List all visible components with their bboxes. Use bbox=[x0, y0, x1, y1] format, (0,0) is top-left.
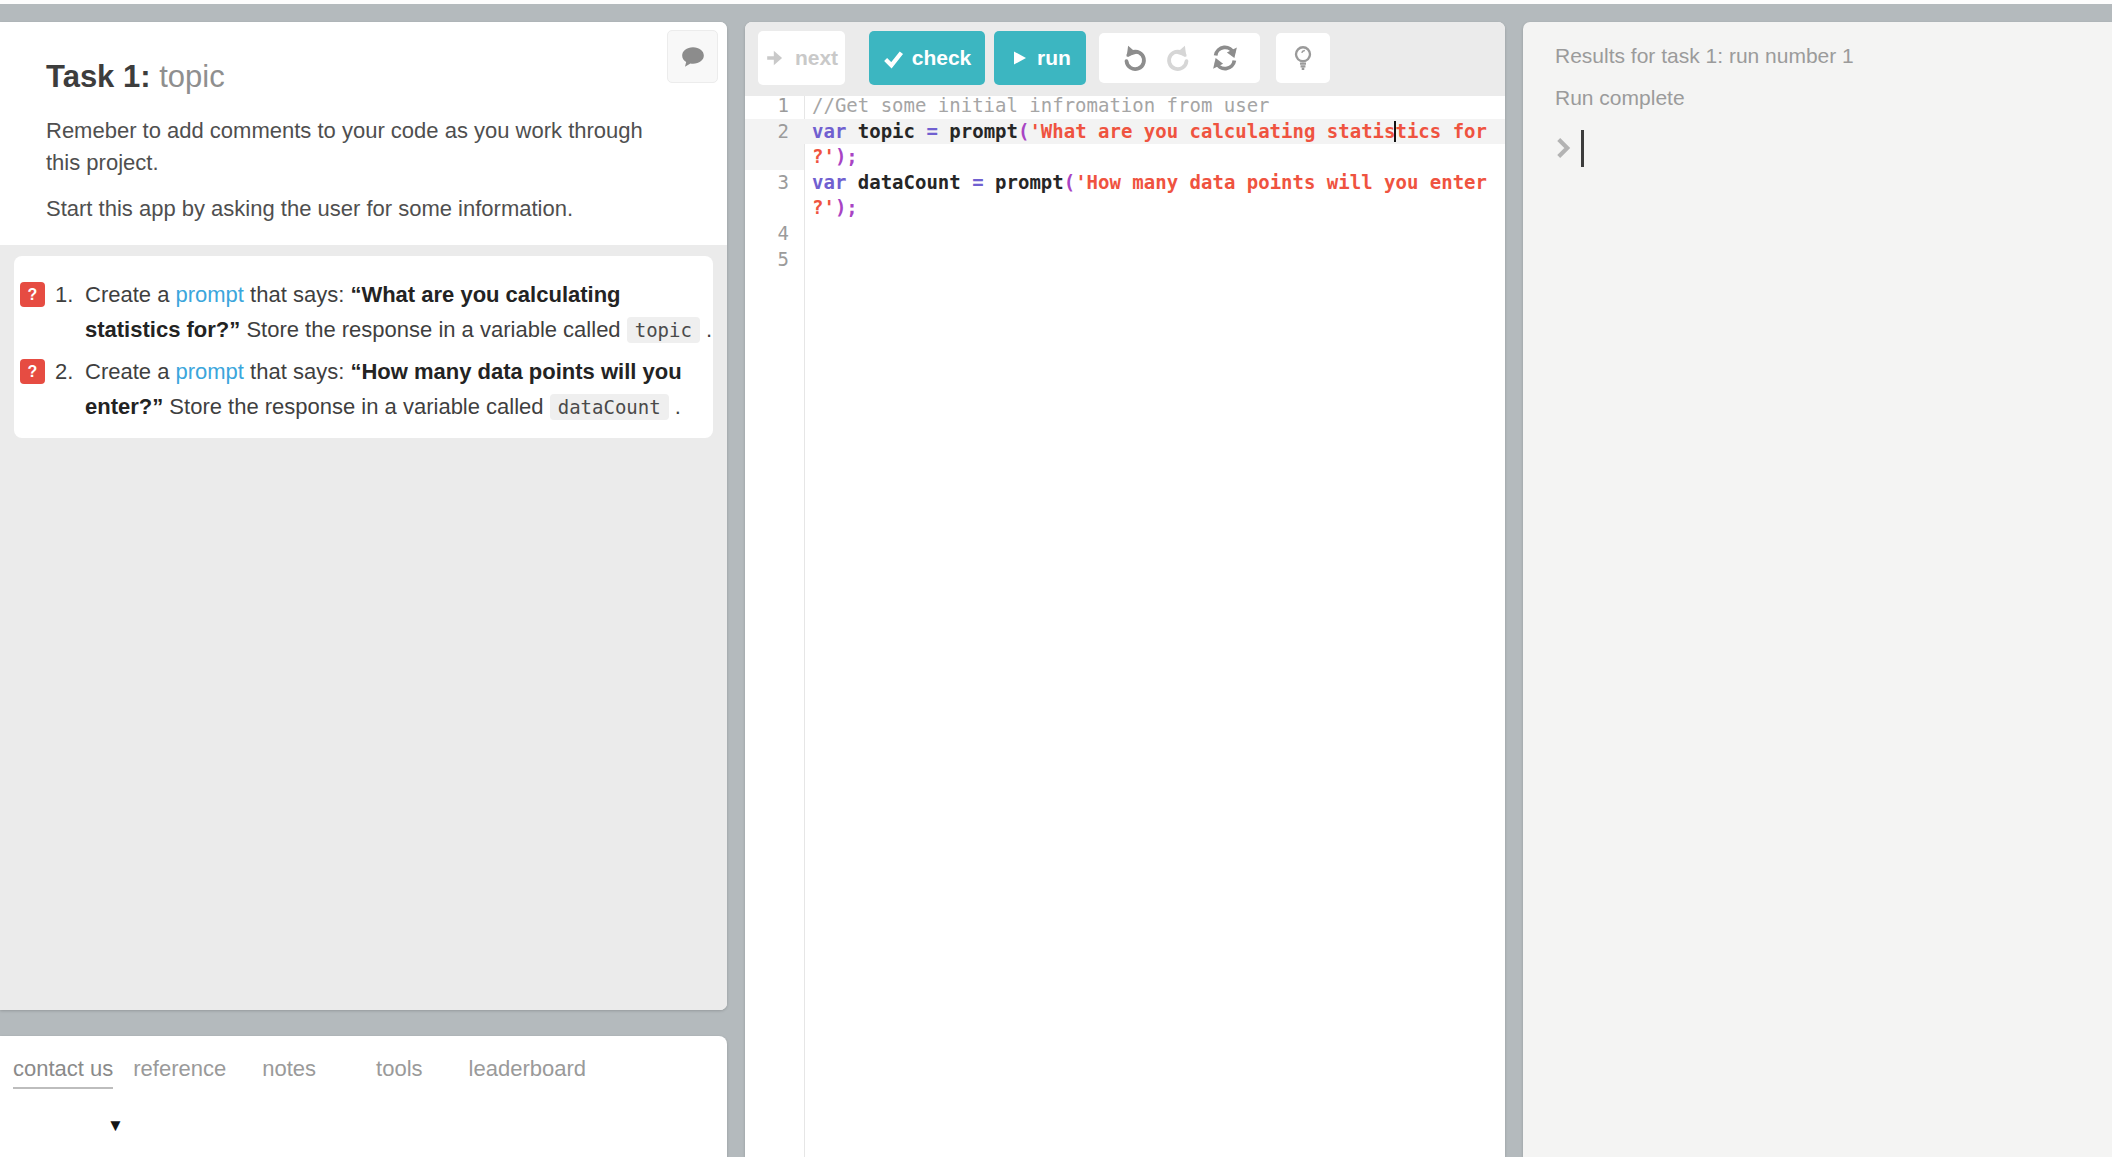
arrow-right-icon bbox=[765, 47, 787, 69]
task-text-segment: “How many data points will you bbox=[350, 359, 681, 384]
lightbulb-icon bbox=[1289, 44, 1317, 72]
task-text-segment: that says: bbox=[244, 282, 350, 307]
task-text-segment: Store the response in a variable called bbox=[240, 317, 626, 342]
footer-tab-reference[interactable]: reference bbox=[133, 1056, 226, 1089]
line-number bbox=[745, 144, 804, 170]
task-number: 2. bbox=[55, 354, 85, 425]
task-number: 1. bbox=[55, 277, 85, 348]
code-editor[interactable]: 1//Get some initial infromation from use… bbox=[745, 96, 1505, 1157]
dropdown-arrow[interactable]: ▼ bbox=[107, 1116, 124, 1136]
code-line-row[interactable]: 3var dataCount = prompt('How many data p… bbox=[745, 170, 1505, 196]
line-number: 2 bbox=[745, 119, 804, 145]
code-line-row[interactable]: ?'); bbox=[745, 144, 1505, 170]
task-text-segment: enter?” bbox=[85, 394, 163, 419]
console-chevron-icon bbox=[1555, 137, 1571, 159]
task-title-light: topic bbox=[151, 59, 225, 94]
line-number: 4 bbox=[745, 221, 804, 247]
task-text-segment: . bbox=[700, 317, 712, 342]
code-line-content: ?'); bbox=[804, 195, 1505, 221]
task-text-segment: statistics for?” bbox=[85, 317, 240, 342]
code-line-row[interactable]: 5 bbox=[745, 247, 1505, 273]
task-text-segment: Store the response in a variable called bbox=[163, 394, 549, 419]
results-panel: Results for task 1: run number 1 Run com… bbox=[1523, 22, 2112, 1157]
code-line-row[interactable]: ?'); bbox=[745, 195, 1505, 221]
task-text-segment: . bbox=[669, 394, 681, 419]
play-icon bbox=[1009, 48, 1029, 68]
run-status: Run complete bbox=[1555, 86, 2112, 110]
code-line-content: var dataCount = prompt('How many data po… bbox=[804, 170, 1505, 196]
task-text-segment: Create a bbox=[85, 282, 176, 307]
refresh-icon[interactable] bbox=[1210, 43, 1240, 73]
task-checklist-card: ? 1.Create a prompt that says: “What are … bbox=[14, 256, 713, 438]
undo-icon[interactable] bbox=[1119, 43, 1149, 73]
line-number bbox=[745, 195, 804, 221]
footer-tab-leaderboard[interactable]: leaderboard bbox=[469, 1056, 586, 1089]
question-badge[interactable]: ? bbox=[20, 359, 45, 384]
results-title: Results for task 1: run number 1 bbox=[1555, 44, 2112, 68]
code-line-row[interactable]: 1//Get some initial infromation from use… bbox=[745, 93, 1505, 119]
next-button-label: next bbox=[795, 46, 838, 70]
run-button-label: run bbox=[1037, 46, 1071, 70]
instructions-paragraph-2: Start this app by asking the user for so… bbox=[46, 193, 671, 225]
console-cursor bbox=[1581, 130, 1584, 167]
code-line-content: var topic = prompt('What are you calcula… bbox=[804, 119, 1505, 145]
footer-panel: contact us reference notes tools leaderboard… bbox=[0, 1036, 727, 1157]
line-number: 1 bbox=[745, 93, 804, 119]
line-number: 3 bbox=[745, 170, 804, 196]
instructions-header: Task 1: topic Remeber to add comments to… bbox=[0, 22, 727, 245]
footer-tab-notes[interactable]: notes bbox=[262, 1056, 316, 1089]
editor-toolbar: next check run bbox=[745, 22, 1505, 96]
check-button[interactable]: check bbox=[869, 31, 985, 85]
code-line-content: //Get some initial infromation from user bbox=[804, 93, 1505, 119]
task-text-segment: topic bbox=[627, 317, 700, 343]
comment-bubble-icon bbox=[680, 44, 706, 70]
code-line-content: ?'); bbox=[804, 144, 1505, 170]
code-line-row[interactable]: 4 bbox=[745, 221, 1505, 247]
instructions-panel: Task 1: topic Remeber to add comments to… bbox=[0, 22, 727, 1010]
task-text-segment: dataCount bbox=[550, 394, 669, 420]
question-badge[interactable]: ? bbox=[20, 282, 45, 307]
prompt-link[interactable]: prompt bbox=[176, 359, 244, 384]
check-icon bbox=[883, 48, 904, 69]
code-line-row[interactable]: 2var topic = prompt('What are you calcul… bbox=[745, 119, 1505, 145]
prompt-link[interactable]: prompt bbox=[176, 282, 244, 307]
footer-tab-contact-us[interactable]: contact us bbox=[13, 1056, 113, 1089]
task-text-segment: Create a bbox=[85, 359, 176, 384]
task-text-segment: that says: bbox=[244, 359, 350, 384]
task-item: ? 2.Create a prompt that says: “How many … bbox=[20, 354, 707, 425]
editor-panel: next check run bbox=[745, 22, 1505, 1157]
task-text: Create a prompt that says: “What are you… bbox=[85, 277, 712, 348]
redo-icon[interactable] bbox=[1164, 43, 1194, 73]
task-title: Task 1: topic bbox=[46, 59, 681, 95]
task-item: ? 1.Create a prompt that says: “What are … bbox=[20, 277, 707, 348]
code-line-content bbox=[804, 221, 1505, 247]
code-line-content bbox=[804, 247, 1505, 273]
console-prompt-line[interactable] bbox=[1555, 128, 2112, 168]
history-buttons bbox=[1099, 33, 1260, 83]
run-button[interactable]: run bbox=[994, 31, 1086, 85]
hint-button[interactable] bbox=[1276, 33, 1330, 83]
task-text-segment: “What are you calculating bbox=[350, 282, 620, 307]
footer-tab-tools[interactable]: tools bbox=[376, 1056, 422, 1089]
comment-button[interactable] bbox=[667, 30, 718, 83]
line-number: 5 bbox=[745, 247, 804, 273]
task-title-bold: Task 1: bbox=[46, 59, 151, 94]
next-button[interactable]: next bbox=[758, 31, 845, 85]
footer-tabs: contact us reference notes tools leaderboard bbox=[0, 1036, 727, 1089]
task-checklist-section: ? 1.Create a prompt that says: “What are … bbox=[0, 245, 727, 1010]
instructions-paragraph-1: Remeber to add comments to your code as … bbox=[46, 115, 671, 179]
task-text: Create a prompt that says: “How many dat… bbox=[85, 354, 682, 425]
check-button-label: check bbox=[912, 46, 972, 70]
